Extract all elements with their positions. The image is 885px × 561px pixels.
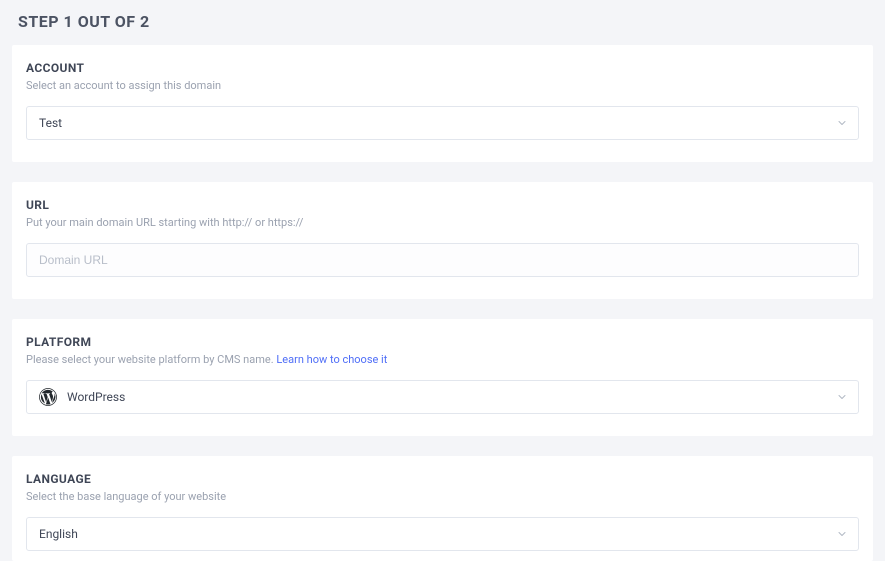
platform-desc: Please select your website platform by C… <box>26 353 859 366</box>
chevron-down-icon <box>836 391 848 403</box>
language-select-value: English <box>39 527 846 541</box>
url-title: URL <box>26 198 859 212</box>
platform-learn-link[interactable]: Learn how to choose it <box>276 353 387 366</box>
platform-select-value: WordPress <box>67 390 846 404</box>
page-title: STEP 1 OUT OF 2 <box>0 0 885 45</box>
account-select-value: Test <box>39 116 846 130</box>
language-select[interactable]: English <box>26 517 859 551</box>
language-desc: Select the base language of your website <box>26 490 859 503</box>
account-select[interactable]: Test <box>26 106 859 140</box>
url-desc: Put your main domain URL starting with h… <box>26 216 859 229</box>
language-title: LANGUAGE <box>26 472 859 486</box>
chevron-down-icon <box>836 528 848 540</box>
wordpress-icon <box>39 388 57 406</box>
platform-desc-text: Please select your website platform by C… <box>26 353 276 366</box>
platform-title: PLATFORM <box>26 335 859 349</box>
account-card: ACCOUNT Select an account to assign this… <box>12 45 873 162</box>
platform-select[interactable]: WordPress <box>26 380 859 414</box>
url-input-wrapper[interactable] <box>26 243 859 277</box>
url-input[interactable] <box>39 253 846 267</box>
language-card: LANGUAGE Select the base language of you… <box>12 456 873 561</box>
url-card: URL Put your main domain URL starting wi… <box>12 182 873 299</box>
account-desc: Select an account to assign this domain <box>26 79 859 92</box>
chevron-down-icon <box>836 117 848 129</box>
platform-card: PLATFORM Please select your website plat… <box>12 319 873 436</box>
account-title: ACCOUNT <box>26 61 859 75</box>
